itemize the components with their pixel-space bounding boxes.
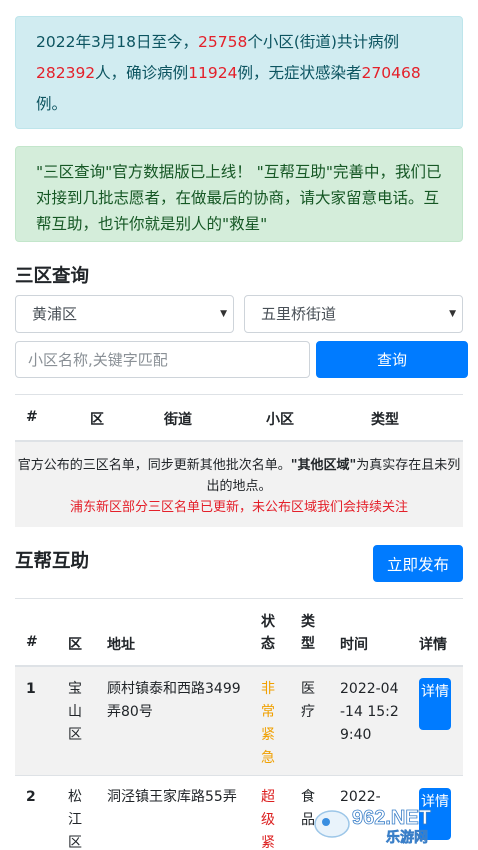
col-header-type: 类型 [301,614,315,652]
stats-suffix: 例。 [36,95,68,113]
mutual-section-title: 互帮互助 [15,551,90,572]
stats-mid1: 个小区(街道)共计病例 [247,33,399,51]
watermark-emblem-dot [322,818,330,826]
stats-prefix: 2022年3月18日至今， [36,33,199,51]
notice-text-a: 官方公布的三区名单，同步更新其他批次名单。 [17,458,291,473]
col-header-district: 区 [68,637,82,653]
announcement-text: "三区查询"官方数据版已上线！ "互帮互助"完善中，我们已对接到几批志愿者，在做… [36,163,442,233]
announcement-alert: "三区查询"官方数据版已上线！ "互帮互助"完善中，我们已对接到几批志愿者，在做… [15,146,463,242]
stats-communities: 25758 [198,33,248,51]
stats-confirmed: 11924 [188,64,238,82]
divider [15,775,463,776]
site-watermark-logo: 962.NET 乐游网 [314,807,431,846]
search-button[interactable]: 查询 [316,341,468,378]
detail-button[interactable]: 详情 [419,678,451,730]
col-header-detail: 详情 [419,637,447,653]
stats-mid2: 人，确诊病例 [95,64,189,82]
row-num: 2 [26,789,36,805]
col-header-district: 区 [90,412,104,428]
col-header-num: # [26,634,38,650]
street-select[interactable]: 五里桥街道 ▼ [244,295,463,333]
row-address: 顾村镇泰和西路3499弄80号 [107,681,241,720]
col-header-community: 小区 [266,412,294,428]
street-select-value: 五里桥街道 [261,305,337,323]
notice-bold: "其他区域" [290,458,357,473]
divider [15,598,463,599]
col-header-time: 时间 [340,637,368,653]
stats-asymptomatic: 270468 [361,64,421,82]
query-section-title: 三区查询 [15,266,90,287]
district-select[interactable]: 黄浦区 ▼ [15,295,234,333]
chevron-down-icon: ▼ [220,309,227,319]
publish-button[interactable]: 立即发布 [373,545,463,582]
row-num: 1 [26,681,36,697]
district-select-value: 黄浦区 [32,305,78,323]
stats-alert: 2022年3月18日至今，25758个小区(街道)共计病例 282392人，确诊… [15,16,463,129]
watermark-brand: 962.NET [352,807,431,829]
stats-mid3: 例，无症状感染者 [237,64,362,82]
col-header-address: 地址 [107,637,135,653]
col-header-status: 状态 [261,614,275,652]
query-notice: 官方公布的三区名单，同步更新其他批次名单。"其他区域"为真实存在且未列出的地点。… [15,440,463,527]
divider [15,394,463,395]
watermark-site: 乐游网 [386,829,428,846]
row-status: 超级紧急 [261,789,275,850]
row-type: 医疗 [301,681,315,720]
row-status: 非常紧急 [261,681,275,766]
row-district: 松江区 [68,789,82,850]
row-address: 洞泾镇王家库路55弄 [107,789,237,805]
stats-cases: 282392 [36,64,96,82]
col-header-num: # [26,409,38,425]
col-header-type: 类型 [371,412,399,428]
notice-red: 浦东新区部分三区名单已更新，未公布区域我们会持续关注 [69,500,408,515]
row-time: 2022-04-14 15:29:40 [340,681,399,743]
row-district: 宝山区 [68,681,82,743]
chevron-down-icon: ▼ [449,309,456,319]
watermark-emblem [314,810,350,838]
col-header-street: 街道 [164,412,192,428]
community-search-input[interactable] [15,341,310,378]
